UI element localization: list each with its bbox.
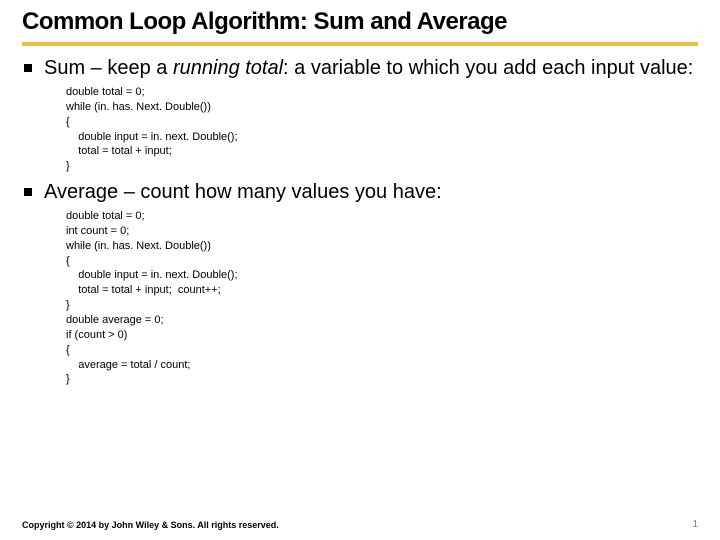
bullet-sum-post: : a variable to which you add each input… xyxy=(283,57,693,79)
bullet-sum-italic: running total xyxy=(173,57,283,79)
copyright-text: Copyright © 2014 by John Wiley & Sons. A… xyxy=(22,520,279,530)
code-sum: double total = 0; while (in. has. Next. … xyxy=(66,85,698,174)
bullet-sum-text: Sum – keep a running total: a variable t… xyxy=(44,56,698,81)
bullet-average-text: Average – count how many values you have… xyxy=(44,180,698,205)
bullet-sum-pre: Sum – keep a xyxy=(44,57,173,79)
slide-title: Common Loop Algorithm: Sum and Average xyxy=(22,8,698,36)
title-underline xyxy=(22,42,698,46)
bullet-list: Sum – keep a running total: a variable t… xyxy=(22,56,698,387)
bullet-average-pre: Average – count how many values you have… xyxy=(44,181,442,203)
page-number: 1 xyxy=(692,519,698,530)
bullet-average: Average – count how many values you have… xyxy=(22,180,698,387)
code-average: double total = 0; int count = 0; while (… xyxy=(66,209,698,387)
bullet-sum: Sum – keep a running total: a variable t… xyxy=(22,56,698,174)
footer: Copyright © 2014 by John Wiley & Sons. A… xyxy=(22,519,698,530)
